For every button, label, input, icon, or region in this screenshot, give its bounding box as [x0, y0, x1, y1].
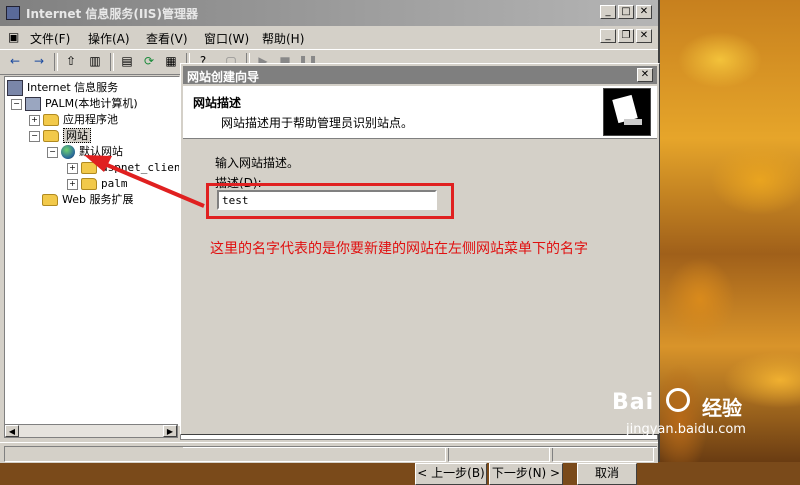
up-folder-icon[interactable]: ⇧: [62, 53, 80, 70]
wizard-header-subtitle: 网站描述用于帮助管理员识别站点。: [221, 116, 414, 130]
forward-arrow-icon[interactable]: →: [30, 53, 48, 70]
mdi-restore-button[interactable]: ❐: [618, 29, 634, 43]
close-button[interactable]: ✕: [636, 5, 652, 19]
tree-item-default-site[interactable]: − 默认网站: [47, 144, 123, 159]
watermark-brand-left: Bai: [612, 390, 655, 415]
folder-icon: [43, 114, 59, 126]
collapse-icon[interactable]: −: [11, 98, 22, 110]
menubar: ▣ 文件(F) 操作(A) 查看(V) 窗口(W) 帮助(H) _ ❐ ✕: [0, 26, 658, 48]
wizard-header: 网站描述 网站描述用于帮助管理员识别站点。: [183, 86, 657, 139]
cancel-button[interactable]: 取消: [577, 463, 637, 485]
collapse-icon[interactable]: −: [29, 130, 40, 142]
iis-app-icon: [6, 6, 20, 20]
expand-icon[interactable]: +: [67, 162, 78, 174]
tree-item-app-pools[interactable]: + 应用程序池: [29, 112, 118, 127]
window-title: Internet 信息服务(IIS)管理器: [26, 7, 198, 21]
folder-icon: [43, 130, 59, 142]
menu-doc-icon: ▣: [8, 30, 20, 44]
expand-icon[interactable]: +: [67, 178, 78, 190]
next-button[interactable]: 下一步(N) >: [489, 463, 563, 485]
menu-window[interactable]: 窗口(W): [204, 30, 249, 47]
wizard-separator: [183, 446, 657, 448]
back-button[interactable]: < 上一步(B): [415, 463, 487, 485]
refresh-icon[interactable]: ⟳: [140, 53, 158, 70]
wizard-titlebar[interactable]: 网站创建向导 ✕: [183, 66, 657, 84]
menu-view[interactable]: 查看(V): [146, 30, 188, 47]
baidu-watermark: Bai 经验 jingyan.baidu.com: [612, 384, 796, 444]
back-arrow-icon[interactable]: ←: [6, 53, 24, 70]
tree-item-computer[interactable]: − PALM(本地计算机): [11, 96, 138, 111]
wizard-body: 输入网站描述。 描述(D): test: [183, 140, 657, 386]
mdi-minimize-button[interactable]: _: [600, 29, 616, 43]
folder-icon: [42, 194, 58, 206]
globe-icon: [61, 145, 75, 159]
maximize-button[interactable]: □: [618, 5, 634, 19]
tree-horizontal-scrollbar[interactable]: ◀ ▶: [4, 424, 178, 438]
tree-item-aspnet-client[interactable]: + aspnet_client: [67, 160, 179, 175]
tree-item-iis[interactable]: Internet 信息服务: [7, 80, 118, 96]
watermark-brand-right: 经验: [702, 396, 742, 420]
folder-icon: [81, 178, 97, 190]
window-titlebar[interactable]: Internet 信息服务(IIS)管理器 _ □ ✕: [0, 0, 658, 26]
menu-action[interactable]: 操作(A): [88, 30, 130, 47]
collapse-icon[interactable]: −: [47, 146, 58, 158]
expand-icon[interactable]: +: [29, 114, 40, 126]
computer-node-icon: [25, 97, 41, 111]
tree-item-web-ext[interactable]: Web 服务扩展: [42, 192, 133, 207]
watermark-url: jingyan.baidu.com: [626, 422, 746, 437]
mdi-close-button[interactable]: ✕: [636, 29, 652, 43]
iis-icon: [7, 80, 23, 96]
properties-icon[interactable]: ▤: [118, 53, 136, 70]
wizard-close-button[interactable]: ✕: [637, 68, 653, 82]
wizard-document-icon: [603, 88, 651, 136]
minimize-button[interactable]: _: [600, 5, 616, 19]
menu-help[interactable]: 帮助(H): [262, 30, 304, 47]
scroll-left-icon[interactable]: ◀: [5, 425, 19, 437]
tree-item-websites[interactable]: − 网站: [29, 128, 91, 143]
tree-item-palm[interactable]: + palm: [67, 176, 128, 191]
show-tree-icon[interactable]: ▥: [86, 53, 104, 70]
wizard-prompt: 输入网站描述。: [215, 156, 300, 170]
tree-pane: Internet 信息服务 − PALM(本地计算机) + 应用程序池 − 网站 − 默…: [4, 76, 180, 426]
wizard-title: 网站创建向导: [187, 70, 260, 84]
highlight-box: [206, 183, 454, 219]
annotation-text: 这里的名字代表的是你要新建的网站在左侧网站菜单下的名字: [210, 241, 588, 257]
export-list-icon[interactable]: ▦: [162, 53, 180, 70]
menu-file[interactable]: 文件(F): [30, 30, 70, 47]
scroll-right-icon[interactable]: ▶: [163, 425, 177, 437]
wizard-header-title: 网站描述: [193, 96, 242, 110]
baidu-paw-icon: [666, 388, 690, 412]
folder-icon: [81, 162, 97, 174]
